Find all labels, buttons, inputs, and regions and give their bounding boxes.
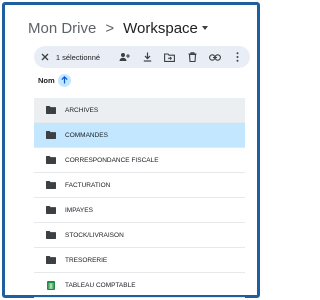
file-name: TRESORERIE (65, 256, 108, 264)
file-list: ARCHIVES COMMANDES CORRESPONDANCE FISCALE F… (34, 98, 245, 298)
breadcrumb-current[interactable]: Workspace (123, 20, 198, 37)
list-item[interactable]: TRESORERIE (34, 248, 245, 273)
download-icon[interactable] (141, 50, 154, 64)
selection-toolbar: 1 sélectionné (34, 46, 250, 68)
list-item[interactable]: TABLEAU COMPTABLE (34, 273, 245, 298)
link-icon[interactable] (209, 50, 222, 64)
sort-by-name-label[interactable]: Nom (38, 76, 55, 85)
file-name: ARCHIVES (65, 106, 99, 114)
list-item[interactable]: CORRESPONDANCE FISCALE (34, 148, 245, 173)
folder-icon (46, 106, 56, 115)
spreadsheet-icon (46, 280, 56, 290)
trash-icon[interactable] (186, 50, 199, 64)
file-name: COMMANDES (65, 131, 108, 139)
folder-icon (46, 156, 56, 165)
folder-icon (46, 206, 56, 215)
list-item[interactable]: IMPAYES (34, 198, 245, 223)
file-name: TABLEAU COMPTABLE (65, 281, 136, 289)
file-name: IMPAYES (65, 206, 93, 214)
folder-icon (46, 131, 56, 140)
folder-icon (46, 181, 56, 190)
close-icon[interactable] (40, 51, 51, 63)
list-item[interactable]: ARCHIVES (34, 98, 245, 123)
breadcrumb-separator: > (105, 19, 115, 37)
list-item[interactable]: FACTURATION (34, 173, 245, 198)
file-name: STOCK/LIVRAISON (65, 231, 124, 239)
drive-window: Mon Drive > Workspace 1 sélectionné Nom (2, 2, 260, 298)
file-name: CORRESPONDANCE FISCALE (65, 156, 159, 164)
more-vertical-icon[interactable] (231, 50, 244, 64)
dropdown-caret-icon[interactable] (201, 26, 208, 30)
selection-count: 1 sélectionné (55, 52, 101, 62)
sort-header: Nom (38, 73, 71, 87)
breadcrumb: Mon Drive > Workspace (28, 17, 208, 39)
list-item[interactable]: STOCK/LIVRAISON (34, 223, 245, 248)
move-to-folder-icon[interactable] (163, 50, 176, 64)
folder-icon (46, 231, 56, 240)
list-item[interactable]: COMMANDES (34, 123, 245, 148)
share-person-icon[interactable] (118, 50, 131, 64)
breadcrumb-root[interactable]: Mon Drive (28, 20, 96, 37)
arrow-up-icon[interactable] (57, 73, 71, 87)
folder-icon (46, 256, 56, 265)
file-name: FACTURATION (65, 181, 111, 189)
